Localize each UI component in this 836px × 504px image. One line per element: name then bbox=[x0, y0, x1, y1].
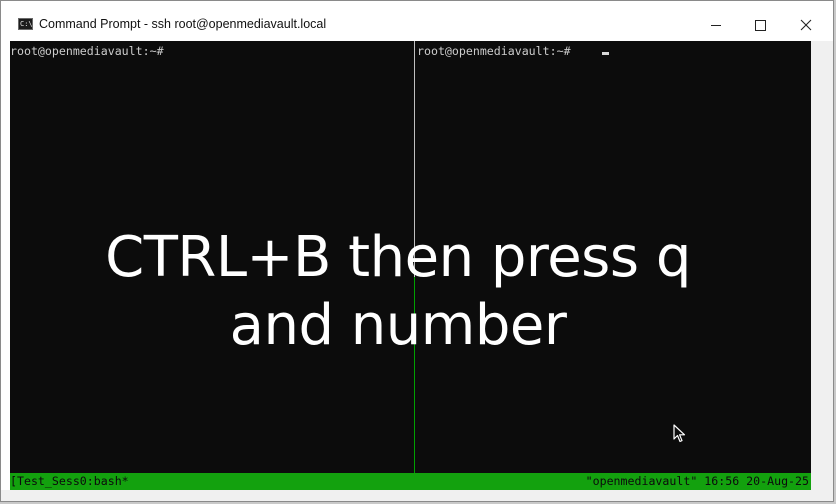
console-icon[interactable]: C:\ bbox=[18, 18, 33, 30]
terminal-area[interactable]: root@openmediavault:~# root@openmediavau… bbox=[10, 41, 811, 490]
close-icon bbox=[800, 19, 812, 31]
close-button[interactable] bbox=[784, 9, 828, 41]
console-icon-glyph: C:\ bbox=[20, 20, 33, 28]
pane-divider-inactive bbox=[414, 41, 415, 277]
scrollbar-track[interactable] bbox=[811, 41, 833, 490]
window-title: Command Prompt - ssh root@openmediavault… bbox=[39, 17, 327, 31]
window-bottom-edge bbox=[1, 490, 833, 501]
title-bar[interactable]: C:\ Command Prompt - ssh root@openmediav… bbox=[1, 1, 833, 41]
shell-prompt-left: root@openmediavault:~# bbox=[10, 44, 164, 58]
tmux-pane-right[interactable]: root@openmediavault:~# bbox=[417, 41, 811, 473]
shell-prompt-right: root@openmediavault:~# bbox=[417, 44, 571, 58]
maximize-button[interactable] bbox=[738, 9, 782, 41]
pane-divider-active bbox=[414, 277, 415, 473]
session-window-label: [Test_Sess0:bash* bbox=[10, 474, 129, 488]
host-time-date-label: "openmediavault" 16:56 20-Aug-25 bbox=[585, 474, 809, 488]
mouse-pointer-icon bbox=[673, 424, 686, 443]
command-prompt-window: C:\ Command Prompt - ssh root@openmediav… bbox=[0, 0, 834, 502]
text-cursor bbox=[602, 52, 609, 55]
tmux-pane-left[interactable]: root@openmediavault:~# bbox=[10, 41, 412, 473]
minimize-button[interactable] bbox=[694, 9, 738, 41]
maximize-icon bbox=[754, 19, 766, 31]
tmux-status-bar: [Test_Sess0:bash* "openmediavault" 16:56… bbox=[10, 473, 811, 490]
minimize-icon bbox=[711, 24, 721, 26]
